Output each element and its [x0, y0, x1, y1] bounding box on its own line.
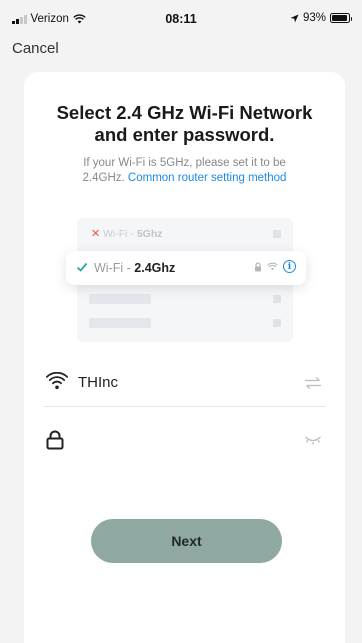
content-card: Select 2.4 GHz Wi-Fi Network and enter p… [24, 72, 345, 643]
placeholder-square [273, 230, 281, 238]
title-line-2: and enter password. [94, 124, 275, 145]
next-button[interactable]: Next [91, 519, 282, 563]
x-icon: ✕ [91, 228, 101, 240]
subtitle-prefix: 2.4GHz. [82, 172, 125, 184]
password-field[interactable] [44, 420, 326, 464]
page-title: Select 2.4 GHz Wi-Fi Network and enter p… [24, 102, 345, 146]
location-arrow-icon [290, 13, 299, 23]
small-wifi-icon [267, 262, 278, 271]
wifi-ssid-value: THInc [78, 374, 119, 391]
placeholder-square [273, 295, 281, 303]
placeholder-bar [89, 318, 151, 328]
eye-closed-icon[interactable] [304, 434, 322, 446]
info-icon: i [283, 260, 296, 273]
illustration-row-placeholder [77, 289, 293, 309]
wifi-network-field[interactable]: THInc [44, 362, 326, 407]
illus-right-prefix: Wi-Fi - [94, 261, 131, 275]
switch-arrows-icon[interactable] [304, 376, 322, 390]
subtitle-line-1: If your Wi-Fi is 5GHz, please set it to … [83, 157, 286, 169]
battery-percent: 93% [302, 12, 326, 24]
check-icon [76, 262, 88, 272]
cancel-button[interactable]: Cancel [12, 40, 59, 57]
placeholder-square [273, 319, 281, 327]
illus-right-band: 2.4Ghz [134, 261, 176, 275]
wifi-icon [46, 372, 68, 390]
lock-icon [46, 430, 64, 450]
status-bar: Verizon 08:11 93% [0, 0, 362, 34]
title-line-1: Select 2.4 GHz Wi-Fi Network [56, 102, 313, 123]
placeholder-bar [89, 294, 151, 304]
illustration-row-placeholder [77, 313, 293, 333]
battery-icon [330, 13, 352, 23]
status-right: 93% [290, 12, 352, 24]
subtitle: If your Wi-Fi is 5GHz, please set it to … [32, 156, 337, 186]
illustration-row-5ghz: ✕ Wi-Fi - 5Ghz [77, 224, 293, 244]
small-lock-icon [255, 261, 261, 271]
illustration-row-2-4ghz: Wi-Fi - 2.4Ghz i [66, 251, 306, 285]
illus-wrong-prefix: Wi-Fi - [103, 228, 134, 240]
illus-wrong-band: 5Ghz [136, 228, 163, 240]
router-setting-link[interactable]: Common router setting method [128, 172, 287, 184]
